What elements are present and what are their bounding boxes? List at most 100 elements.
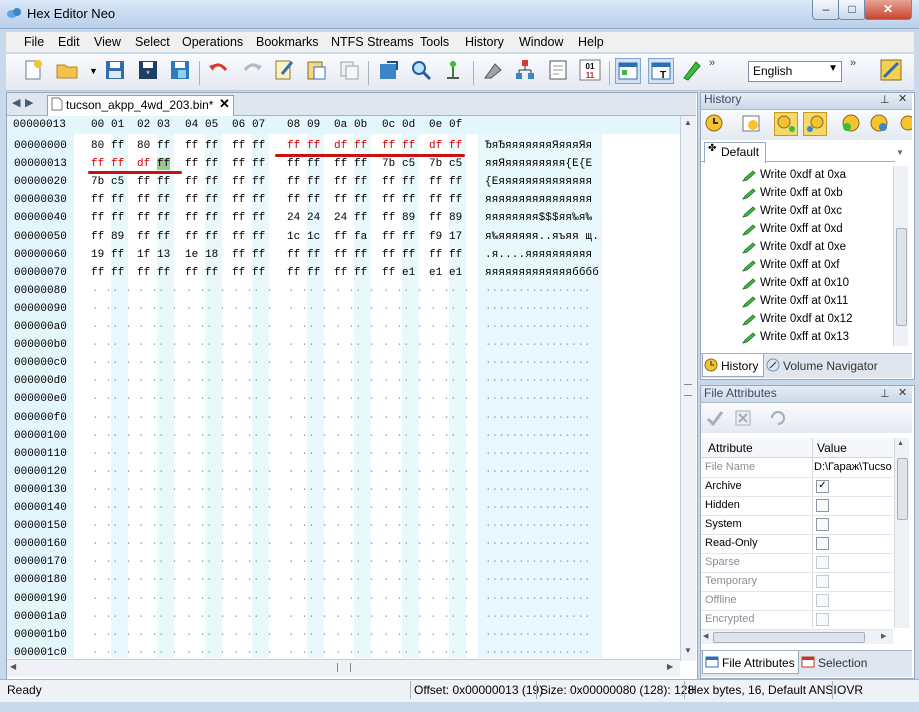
hex-byte[interactable]: 18 (205, 249, 218, 261)
history-tab-menu-icon[interactable]: ▼ (896, 148, 904, 157)
text-row[interactable]: яяяяяяяяяяяяябббб (485, 267, 599, 279)
hex-byte[interactable]: ff (402, 140, 415, 152)
hex-byte[interactable]: ff (429, 194, 442, 206)
scroll-up-icon[interactable]: ▲ (897, 440, 904, 447)
hex-byte[interactable]: ff (382, 249, 395, 261)
hex-byte[interactable]: 13 (157, 249, 170, 261)
horizontal-scrollbar[interactable]: ◀ ▶ (7, 659, 680, 677)
close-window-button[interactable]: ✕ (864, 0, 912, 20)
hex-byte[interactable]: ff (334, 267, 347, 279)
open-dropdown-icon[interactable]: ▼ (89, 66, 98, 76)
attributes-scrollbar[interactable]: ▲ (894, 438, 909, 628)
hex-byte[interactable]: 19 (91, 249, 104, 261)
scroll-thumb[interactable] (684, 384, 692, 396)
history-forward-icon[interactable] (868, 112, 890, 134)
hex-byte[interactable]: 80 (91, 140, 104, 152)
hex-byte[interactable]: ff (354, 158, 367, 170)
history-item[interactable]: Write 0xff at 0xc (760, 205, 842, 217)
scroll-right-icon[interactable]: ▶ (881, 632, 886, 640)
hex-byte[interactable]: ff (137, 176, 150, 188)
hex-byte[interactable]: ff (137, 212, 150, 224)
scroll-thumb[interactable] (896, 228, 907, 326)
history-scrollbar[interactable] (893, 166, 908, 346)
hex-byte[interactable]: ff (449, 249, 462, 261)
hex-byte[interactable]: c5 (449, 158, 462, 170)
hex-byte[interactable]: ff (252, 194, 265, 206)
hex-byte[interactable]: ff (185, 194, 198, 206)
hex-byte[interactable]: ff (382, 140, 395, 152)
hex-byte[interactable]: ff (307, 194, 320, 206)
scroll-thumb[interactable] (713, 632, 865, 643)
hex-byte[interactable]: ff (91, 267, 104, 279)
hex-byte[interactable]: ff (157, 140, 170, 152)
scroll-down-icon[interactable]: ▼ (684, 646, 692, 655)
text-row[interactable]: я‰яяяяяя..яъяя щ. (485, 231, 599, 243)
history-clock-icon[interactable] (703, 112, 725, 134)
hex-byte[interactable]: ff (157, 231, 170, 243)
hex-byte[interactable]: ff (449, 140, 462, 152)
scroll-thumb[interactable] (897, 458, 908, 520)
hex-byte[interactable]: ff (429, 176, 442, 188)
hex-byte[interactable]: ff (287, 194, 300, 206)
hex-byte[interactable]: ff (232, 158, 245, 170)
hex-byte[interactable]: ff (287, 158, 300, 170)
history-item[interactable]: Write 0xff at 0x13 (760, 331, 849, 343)
hex-byte[interactable]: 7b (429, 158, 442, 170)
pin-icon[interactable]: ⊥ (880, 93, 890, 106)
text-row[interactable]: .я....яяяяяяяяяя (485, 249, 592, 261)
hex-byte[interactable]: 89 (449, 212, 462, 224)
hex-byte[interactable]: 1f (137, 249, 150, 261)
hex-byte[interactable]: ff (205, 176, 218, 188)
hex-byte[interactable]: ff (185, 231, 198, 243)
hex-byte[interactable]: ff (382, 231, 395, 243)
hex-byte[interactable]: ff (137, 267, 150, 279)
scroll-up-icon[interactable]: ▲ (684, 118, 692, 127)
toolbar-overflow-icon[interactable]: » (709, 57, 715, 69)
hex-byte[interactable]: ff (402, 231, 415, 243)
scroll-thumb[interactable] (337, 663, 351, 672)
menu-history[interactable]: History (465, 35, 504, 49)
hex-byte[interactable]: f9 (429, 231, 442, 243)
save-all-icon[interactable]: * (136, 58, 160, 82)
hex-byte[interactable]: ff (252, 212, 265, 224)
hex-byte[interactable]: ff (205, 267, 218, 279)
hex-byte[interactable]: ff (287, 267, 300, 279)
hex-byte[interactable]: ff (205, 140, 218, 152)
customize-icon[interactable] (879, 58, 903, 82)
menu-window[interactable]: Window (519, 35, 563, 49)
text-row[interactable]: ЂяЂяяяяяяяЯяяяЯя (485, 140, 592, 152)
hex-byte[interactable]: ff (185, 158, 198, 170)
hex-byte[interactable]: ff (91, 231, 104, 243)
vertical-scrollbar[interactable]: ▲ ▼ (680, 116, 696, 661)
reset-icon[interactable] (733, 408, 753, 428)
hex-byte[interactable]: ff (382, 267, 395, 279)
attribute-value[interactable]: D:\Гараж\Tucso (814, 461, 892, 473)
hex-byte[interactable]: ff (402, 176, 415, 188)
hex-byte[interactable]: ff (111, 249, 124, 261)
hex-byte[interactable]: 7b (91, 176, 104, 188)
hex-byte[interactable]: ff (354, 194, 367, 206)
hex-byte[interactable]: 24 (307, 212, 320, 224)
hex-byte[interactable]: ff (307, 249, 320, 261)
menu-ntfs-streams[interactable]: NTFS Streams (331, 35, 414, 49)
hex-byte[interactable]: ff (354, 140, 367, 152)
hex-byte[interactable]: 1c (287, 231, 300, 243)
menu-file[interactable]: File (24, 35, 44, 49)
copy-icon[interactable] (337, 58, 361, 82)
hex-byte[interactable]: ff (252, 140, 265, 152)
undo-icon[interactable] (207, 58, 231, 82)
text-row[interactable]: яяяяяяяя$$$яя‰я‰ (485, 212, 592, 224)
hex-byte[interactable]: 89 (111, 231, 124, 243)
hex-byte[interactable]: ff (111, 140, 124, 152)
tab-selection[interactable]: Selection (818, 656, 867, 670)
tab-scroll-left-icon[interactable]: ◀ (12, 96, 20, 109)
hex-byte[interactable]: ff (232, 267, 245, 279)
hex-byte[interactable]: ff (157, 158, 171, 171)
save-as-icon[interactable] (168, 58, 192, 82)
hex-byte[interactable]: ff (382, 212, 395, 224)
hex-byte[interactable]: ff (111, 158, 124, 170)
apply-icon[interactable] (705, 408, 725, 428)
hex-byte[interactable]: ff (91, 212, 104, 224)
hex-byte[interactable]: ff (157, 176, 170, 188)
scroll-left-icon[interactable]: ◀ (10, 662, 16, 671)
